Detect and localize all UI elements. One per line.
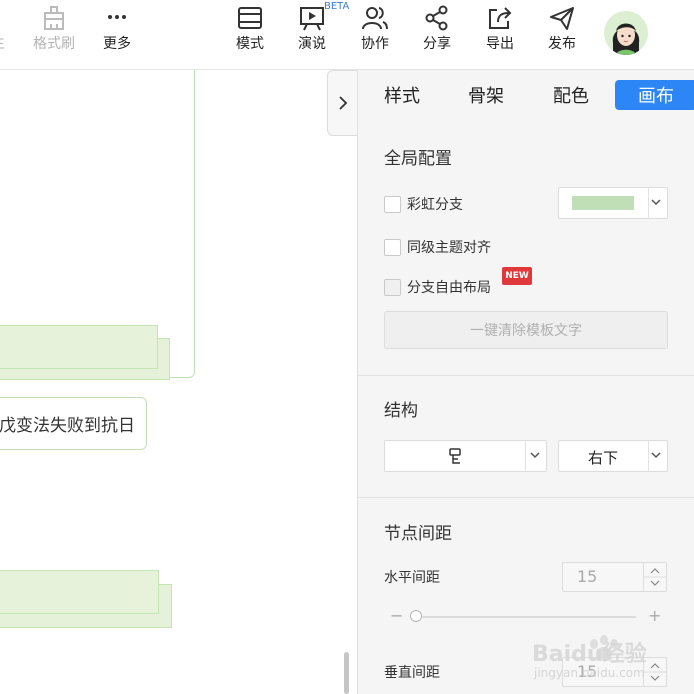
publish-button[interactable]: 发布 [540, 0, 584, 69]
mode-icon [238, 7, 262, 29]
canvas-scrollbar[interactable] [344, 652, 349, 694]
mindmap-node-green[interactable] [0, 325, 158, 369]
section-divider [358, 375, 694, 376]
chevron-down-icon [651, 199, 661, 206]
align-topics-row: 同级主题对齐 [384, 237, 491, 257]
horizontal-spacing-stepper[interactable] [643, 563, 666, 591]
free-layout-label: 分支自由布局 [407, 280, 491, 296]
chevron-down-icon [651, 452, 661, 459]
collab-button[interactable]: 协作 [353, 0, 397, 69]
toolbar-partial-button[interactable]: 生 [0, 0, 8, 69]
mindmap-node-green-2[interactable] [0, 570, 159, 614]
partial-icon [0, 5, 8, 31]
rainbow-branch-row: 彩虹分支 [384, 194, 463, 214]
export-button[interactable]: 导出 [478, 0, 522, 69]
slider-minus-icon[interactable]: − [390, 606, 403, 625]
rainbow-color-swatch [572, 196, 634, 210]
vertical-spacing-input[interactable]: 15 [562, 657, 667, 687]
format-brush-icon [44, 6, 64, 30]
select-divider [648, 188, 649, 218]
more-button[interactable]: 更多 [96, 0, 138, 69]
horizontal-spacing-slider[interactable] [412, 616, 636, 618]
select-divider [525, 441, 526, 471]
global-config-title: 全局配置 [384, 149, 452, 169]
mode-button[interactable]: 模式 [228, 0, 272, 69]
share-button[interactable]: 分享 [415, 0, 459, 69]
node-spacing-title: 节点间距 [384, 524, 452, 544]
section-divider [358, 497, 694, 498]
tab-color-scheme[interactable]: 配色 [543, 80, 599, 110]
align-topics-label: 同级主题对齐 [407, 240, 491, 256]
structure-type-select[interactable] [384, 440, 547, 472]
chevron-right-icon [338, 96, 347, 110]
select-divider [648, 441, 649, 471]
export-icon [489, 7, 512, 29]
align-topics-checkbox[interactable] [384, 238, 401, 256]
more-icon [108, 15, 126, 19]
mindmap-node-text[interactable]: 戊变法失败到抗日 [0, 397, 147, 450]
present-icon [300, 7, 324, 31]
avatar-girl-icon [612, 23, 640, 55]
stepper-arrows-icon [644, 568, 666, 586]
free-layout-row: 分支自由布局 [384, 277, 491, 297]
tab-canvas[interactable]: 画布 [615, 80, 694, 110]
tab-style[interactable]: 样式 [374, 80, 430, 110]
slider-thumb[interactable] [410, 610, 422, 622]
paper-plane-icon [550, 7, 574, 30]
chevron-down-icon [530, 452, 540, 459]
structure-title: 结构 [384, 401, 418, 421]
rainbow-branch-checkbox[interactable] [384, 195, 401, 213]
mindmap-canvas[interactable]: 戊变法失败到抗日 [0, 70, 357, 694]
horizontal-spacing-value: 15 [577, 567, 598, 586]
user-avatar[interactable] [604, 11, 648, 55]
vertical-spacing-label: 垂直间距 [384, 665, 440, 681]
rainbow-branch-label: 彩虹分支 [407, 197, 463, 213]
beta-badge: BETA [324, 1, 350, 12]
new-badge: NEW [502, 267, 532, 285]
stepper-arrows-icon [644, 663, 666, 681]
clear-template-text-button[interactable]: 一键清除模板文字 [384, 311, 668, 349]
free-layout-checkbox[interactable] [384, 278, 401, 296]
tab-skeleton[interactable]: 骨架 [458, 80, 514, 110]
structure-direction-select[interactable]: 右下 [558, 440, 668, 472]
vertical-spacing-stepper[interactable] [643, 658, 666, 686]
rainbow-color-select[interactable] [558, 187, 668, 219]
collaborate-icon [362, 7, 388, 30]
horizontal-spacing-input[interactable]: 15 [562, 562, 667, 592]
canvas-settings-panel: 样式 骨架 配色 画布 全局配置 彩虹分支 同级主题对齐 分支自由布局 NEW … [357, 70, 694, 694]
vertical-spacing-value: 15 [577, 662, 598, 681]
node-text-label: 戊变法失败到抗日 [0, 416, 135, 436]
structure-layout-icon [449, 448, 461, 464]
structure-direction-value: 右下 [588, 449, 619, 467]
format-brush-button[interactable]: 格式刷 [28, 0, 80, 69]
slider-plus-icon[interactable]: + [648, 606, 661, 625]
top-toolbar: 生 格式刷 更多 模式 演说 BETA [0, 0, 694, 70]
share-icon [425, 5, 448, 31]
panel-collapse-button[interactable] [327, 70, 357, 136]
horizontal-spacing-label: 水平间距 [384, 570, 440, 586]
